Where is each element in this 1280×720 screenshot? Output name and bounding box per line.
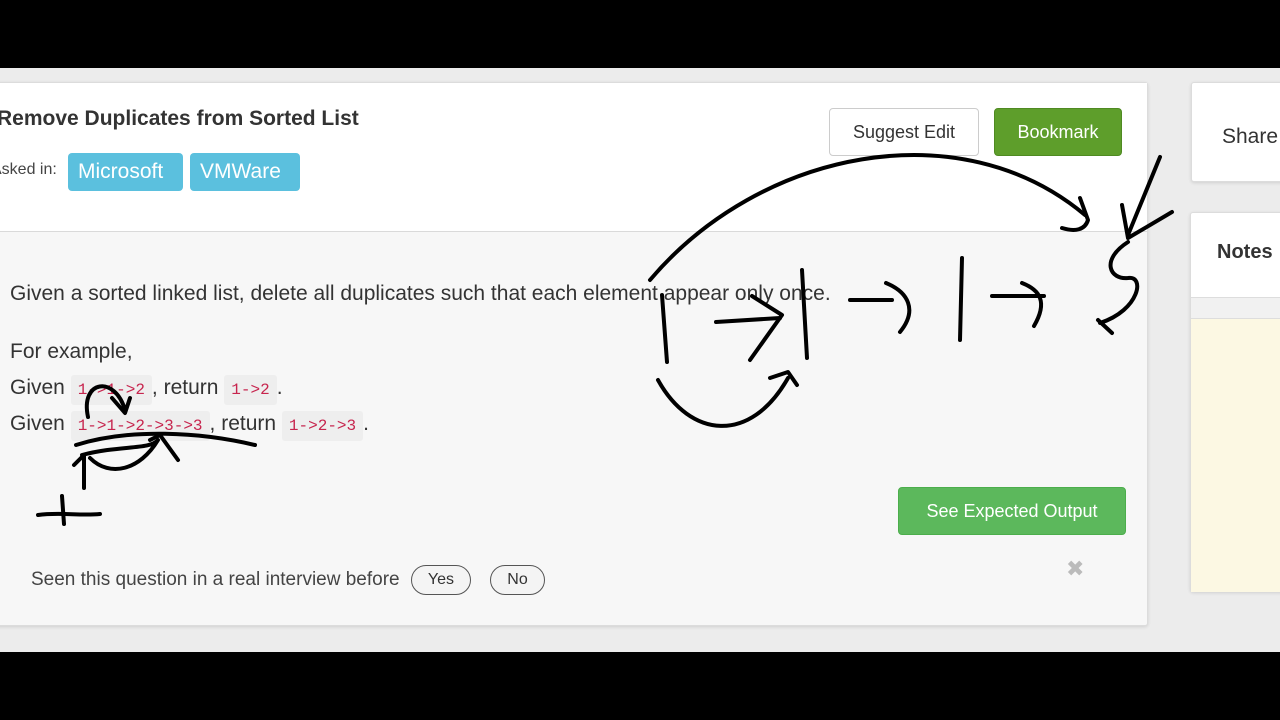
given-label: Given [10,376,65,399]
problem-title: Remove Duplicates from Sorted List [0,107,359,130]
notes-toolbar [1191,298,1280,319]
share-label[interactable]: Share [1222,125,1278,149]
see-expected-output-button[interactable]: See Expected Output [898,487,1126,535]
yes-button[interactable]: Yes [410,565,471,595]
notes-title: Notes [1217,241,1273,263]
interview-question-text: Seen this question in a real interview b… [31,569,400,591]
problem-description: Given a sorted linked list, delete all d… [10,282,831,305]
example-input-code: 1->1->2->3->3 [70,411,210,441]
example-line-2: Given 1->1->2->3->3, return 1->2->3. [10,411,369,441]
example-output-code: 1->2 [224,375,277,405]
company-tag-microsoft[interactable]: Microsoft [68,153,183,191]
asked-in-label: Asked in: [0,161,57,178]
example-input-code: 1->1->2 [70,375,152,405]
suggest-edit-button[interactable]: Suggest Edit [829,108,979,156]
interview-feedback: Seen this question in a real interview b… [31,565,545,595]
share-card: Share [1191,82,1280,182]
problem-header: Remove Duplicates from Sorted List Asked… [0,83,1147,232]
example-heading: For example, [10,340,133,363]
sentence-end: . [276,376,283,399]
problem-body: Given a sorted linked list, delete all d… [0,232,1147,625]
return-label: , return [151,376,219,399]
company-tag-vmware[interactable]: VMWare [190,153,300,191]
return-label: , return [209,412,277,435]
example-line-1: Given 1->1->2, return 1->2. [10,375,283,405]
sentence-end: . [363,412,369,435]
notes-textarea[interactable] [1191,297,1280,592]
notes-card: Notes [1190,212,1280,592]
close-icon[interactable]: ✖ [1066,556,1084,582]
no-button[interactable]: No [490,565,545,595]
bookmark-button[interactable]: Bookmark [994,108,1122,156]
page-viewport: Remove Duplicates from Sorted List Asked… [0,68,1280,652]
example-output-code: 1->2->3 [281,411,364,441]
problem-card: Remove Duplicates from Sorted List Asked… [0,82,1148,626]
given-label: Given [10,412,65,435]
